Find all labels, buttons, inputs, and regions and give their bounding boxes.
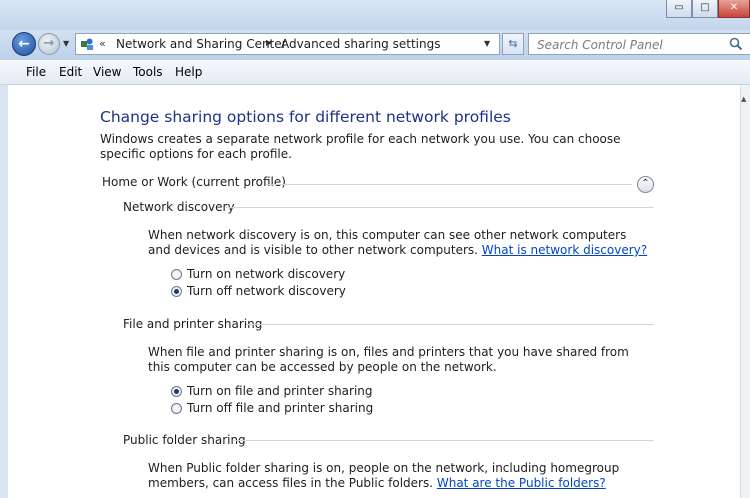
menu-bar: File Edit View Tools Help	[0, 60, 750, 85]
navigation-bar: ← → ▼ « Network and Sharing Center ▶ Adv…	[0, 30, 750, 60]
back-button[interactable]: ←	[12, 32, 36, 56]
section-title-network-discovery: Network discovery	[123, 200, 235, 214]
network-discovery-help-link[interactable]: What is network discovery?	[482, 243, 647, 257]
radio-label[interactable]: Turn on file and printer sharing	[187, 384, 373, 398]
minimize-button[interactable]: ▭	[666, 0, 692, 18]
collapse-profile-button[interactable]: ⌃	[637, 176, 654, 193]
scroll-up-icon[interactable]: ▲	[741, 95, 746, 103]
menu-tools[interactable]: Tools	[133, 65, 163, 79]
control-panel-icon	[81, 38, 93, 50]
breadcrumb-advanced-sharing-settings[interactable]: Advanced sharing settings	[281, 37, 440, 51]
refresh-icon: ⇆	[508, 37, 518, 50]
page-intro: Windows creates a separate network profi…	[100, 132, 621, 161]
menu-edit[interactable]: Edit	[59, 65, 82, 79]
description-text: When file and printer sharing is on, fil…	[148, 345, 629, 374]
back-arrow-icon: ←	[18, 36, 30, 52]
public-folders-help-link[interactable]: What are the Public folders?	[437, 476, 606, 490]
section-title-public-folder-sharing: Public folder sharing	[123, 433, 246, 447]
radio-button[interactable]	[171, 286, 182, 297]
section-divider	[234, 440, 654, 441]
breadcrumb-overflow-icon[interactable]: «	[99, 37, 106, 50]
section-title-file-and-printer-sharing: File and printer sharing	[123, 317, 263, 331]
breadcrumb-network-and-sharing-center[interactable]: Network and Sharing Center	[116, 37, 287, 51]
title-bar: ▭ □ ✕	[0, 0, 750, 30]
chevron-up-icon: ⌃	[641, 178, 650, 189]
forward-arrow-icon: →	[43, 36, 55, 51]
search-box[interactable]	[528, 33, 750, 56]
radio-button[interactable]	[171, 269, 182, 280]
page-title: Change sharing options for different net…	[100, 108, 511, 126]
radio-label[interactable]: Turn off file and printer sharing	[187, 401, 373, 415]
address-bar[interactable]: « Network and Sharing Center ▶ Advanced …	[75, 33, 500, 55]
search-input[interactable]	[529, 34, 735, 56]
history-dropdown-icon[interactable]: ▼	[63, 39, 73, 49]
section-description-public-folder-sharing: When Public folder sharing is on, people…	[148, 461, 648, 491]
profile-divider	[266, 184, 632, 185]
menu-view[interactable]: View	[93, 65, 121, 79]
forward-button[interactable]: →	[38, 33, 60, 55]
menu-help[interactable]: Help	[175, 65, 202, 79]
radio-button[interactable]	[171, 386, 182, 397]
search-icon[interactable]	[729, 37, 743, 51]
radio-button[interactable]	[171, 403, 182, 414]
radio-label[interactable]: Turn off network discovery	[187, 284, 346, 298]
close-button[interactable]: ✕	[718, 0, 750, 18]
radio-label[interactable]: Turn on network discovery	[187, 267, 345, 281]
refresh-button[interactable]: ⇆	[502, 33, 524, 55]
maximize-button[interactable]: □	[692, 0, 718, 18]
vertical-scrollbar[interactable]: ▲	[740, 85, 750, 498]
window-controls: ▭ □ ✕	[666, 0, 750, 20]
menu-file[interactable]: File	[26, 65, 46, 79]
section-divider	[246, 324, 654, 325]
breadcrumb-separator-icon[interactable]: ▶	[266, 38, 272, 47]
section-description-file-and-printer-sharing: When file and printer sharing is on, fil…	[148, 345, 648, 375]
section-description-network-discovery: When network discovery is on, this compu…	[148, 228, 648, 258]
address-dropdown-icon[interactable]: ▼	[484, 39, 490, 48]
section-divider	[226, 207, 654, 208]
profile-header: Home or Work (current profile)	[102, 175, 286, 189]
